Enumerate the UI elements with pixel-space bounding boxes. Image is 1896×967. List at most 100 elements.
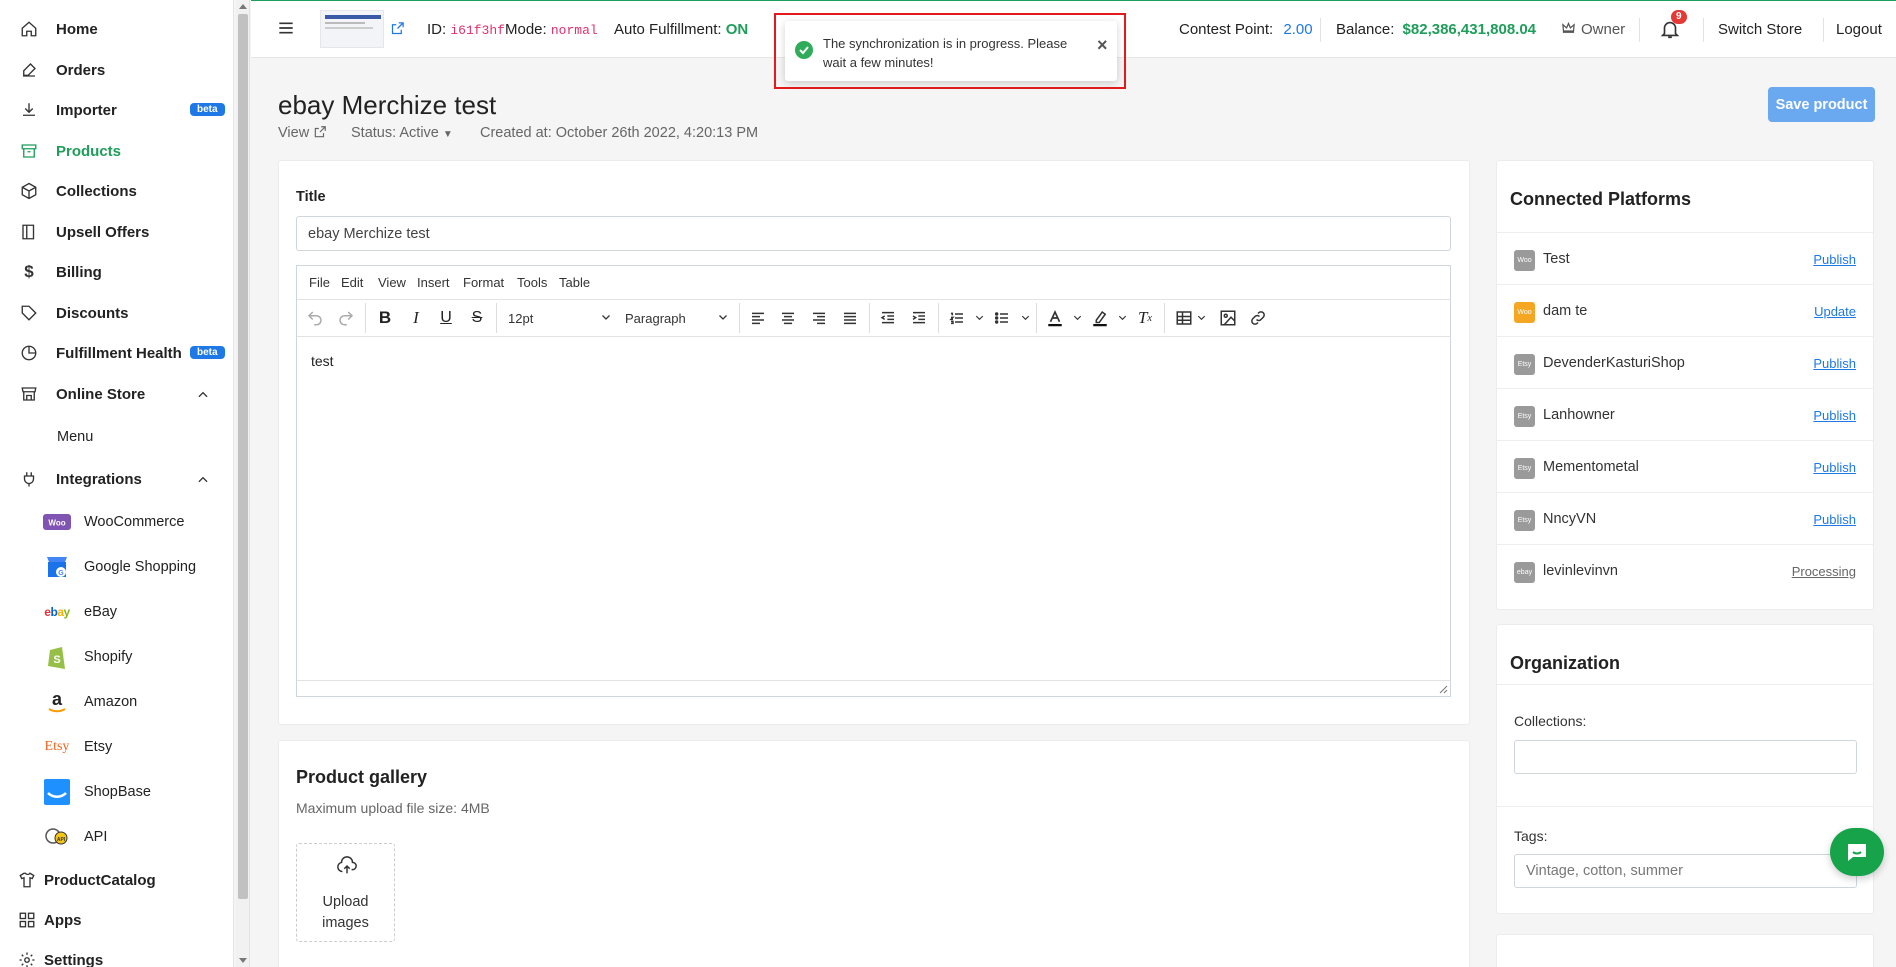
logout-link[interactable]: Logout [1836,21,1882,38]
highlight-icon[interactable] [1088,306,1112,330]
switch-store-link[interactable]: Switch Store [1718,21,1802,38]
link-icon[interactable] [1246,306,1270,330]
align-center-icon[interactable] [776,306,800,330]
chevron-up-icon[interactable] [196,388,208,400]
platform-action-link[interactable]: Publish [1813,460,1856,475]
sidebar-item-billing[interactable]: $ Billing [0,257,233,287]
integration-etsy[interactable]: Etsy Etsy [0,731,233,763]
integration-api[interactable]: API API [0,821,233,853]
outdent-icon[interactable] [876,306,900,330]
sidebar-item-apps[interactable]: Apps [0,905,233,935]
sidebar-item-label: Products [56,142,122,160]
align-left-icon[interactable] [746,306,770,330]
store-logo-thumbnail [320,10,384,48]
next-card [1496,934,1874,967]
platform-name: dam te [1543,303,1588,319]
platform-action-link[interactable]: Processing [1792,564,1856,579]
sidebar-item-integrations[interactable]: Integrations [0,464,233,494]
sidebar-item-home[interactable]: Home [0,14,233,44]
editor-menu-view[interactable]: View [378,275,406,290]
sidebar-item-fulfillment-health[interactable]: Fulfillment Health beta [0,338,233,368]
sidebar-item-settings[interactable]: Settings [0,945,233,967]
platform-action-link[interactable]: Publish [1813,252,1856,267]
editor-menu-file[interactable]: File [309,275,330,290]
integration-ebay[interactable]: ebay eBay [0,596,233,628]
chevron-up-icon[interactable] [196,473,208,485]
chevron-down-icon[interactable] [974,312,985,323]
scroll-down-icon[interactable] [239,958,247,963]
numbered-list-icon[interactable] [945,306,969,330]
sidebar-item-online-store[interactable]: Online Store [0,379,233,409]
created-at: Created at: October 26th 2022, 4:20:13 P… [480,125,759,141]
chevron-down-icon[interactable] [1196,312,1207,323]
underline-icon[interactable]: U [434,306,458,330]
align-right-icon[interactable] [807,306,831,330]
sidebar-item-label: Integrations [56,470,142,488]
upload-images-button[interactable]: Upload images [296,843,395,942]
italic-icon[interactable]: I [404,306,428,330]
shirt-icon [18,871,36,889]
text-color-icon[interactable] [1043,306,1067,330]
undo-icon[interactable] [303,306,327,330]
view-link[interactable]: View [278,125,327,141]
integration-shopify[interactable]: S Shopify [0,641,233,673]
chevron-down-icon[interactable] [1117,312,1128,323]
platform-action-link[interactable]: Update [1814,304,1856,319]
chat-button[interactable] [1830,828,1884,876]
integration-google-shopping[interactable]: G Google Shopping [0,551,233,583]
editor-menu-format[interactable]: Format [463,275,504,290]
close-icon[interactable]: × [1097,35,1108,56]
platform-row: Etsy NncyVN Publish [1496,492,1874,544]
editor-menu-insert[interactable]: Insert [417,275,450,290]
resize-handle-icon[interactable] [1438,684,1448,694]
sidebar-item-discounts[interactable]: Discounts [0,298,233,328]
integration-shopbase[interactable]: ShopBase [0,776,233,808]
external-link-icon[interactable] [390,21,405,36]
status-dropdown[interactable]: Status: Active ▼ [351,125,453,141]
clear-format-icon[interactable]: Tx [1133,306,1157,330]
align-justify-icon[interactable] [838,306,862,330]
sidebar-item-upsell-offers[interactable]: Upsell Offers [0,217,233,247]
svg-text:Woo: Woo [48,519,65,528]
redo-icon[interactable] [334,306,358,330]
save-product-button[interactable]: Save product [1768,87,1875,122]
collections-input[interactable] [1514,740,1857,774]
editor-menu-tools[interactable]: Tools [517,275,547,290]
sidebar-item-orders[interactable]: Orders [0,55,233,85]
sidebar-item-products[interactable]: Products [0,136,233,166]
platform-name: Mementometal [1543,459,1639,475]
bullet-list-icon[interactable] [990,306,1014,330]
sidebar-scrollbar[interactable] [236,0,250,967]
scroll-thumb[interactable] [238,14,248,899]
platform-name: Test [1543,251,1570,267]
caret-down-icon: ▼ [442,129,453,140]
platform-row: Etsy DevenderKasturiShop Publish [1496,336,1874,388]
bold-icon[interactable]: B [373,306,397,330]
sidebar-item-importer[interactable]: Importer beta [0,95,233,125]
integration-woocommerce[interactable]: Woo WooCommerce [0,506,233,538]
platform-icon: Woo [1514,250,1535,271]
font-size-select[interactable]: 12pt [508,311,533,326]
platform-action-link[interactable]: Publish [1813,512,1856,527]
editor-body[interactable]: test [311,353,334,369]
image-icon[interactable] [1216,306,1240,330]
strikethrough-icon[interactable]: S [465,306,489,330]
editor-menu-edit[interactable]: Edit [341,275,363,290]
title-input[interactable]: ebay Merchize test [296,216,1451,251]
editor-menu-table[interactable]: Table [559,275,590,290]
chevron-down-icon[interactable] [1072,312,1083,323]
platform-action-link[interactable]: Publish [1813,408,1856,423]
sidebar-item-productcatalog[interactable]: ProductCatalog [0,865,233,895]
platform-action-link[interactable]: Publish [1813,356,1856,371]
sidebar-item-collections[interactable]: Collections [0,176,233,206]
hamburger-icon[interactable] [278,20,294,36]
tags-input[interactable]: Vintage, cotton, summer [1514,854,1857,888]
table-icon[interactable] [1172,306,1196,330]
chevron-down-icon[interactable] [1020,312,1031,323]
scroll-up-icon[interactable] [239,4,247,9]
sidebar-item-menu[interactable]: Menu [0,421,233,453]
integration-amazon[interactable]: a Amazon [0,686,233,718]
block-format-select[interactable]: Paragraph [625,311,686,326]
indent-icon[interactable] [907,306,931,330]
apps-icon [18,911,36,929]
